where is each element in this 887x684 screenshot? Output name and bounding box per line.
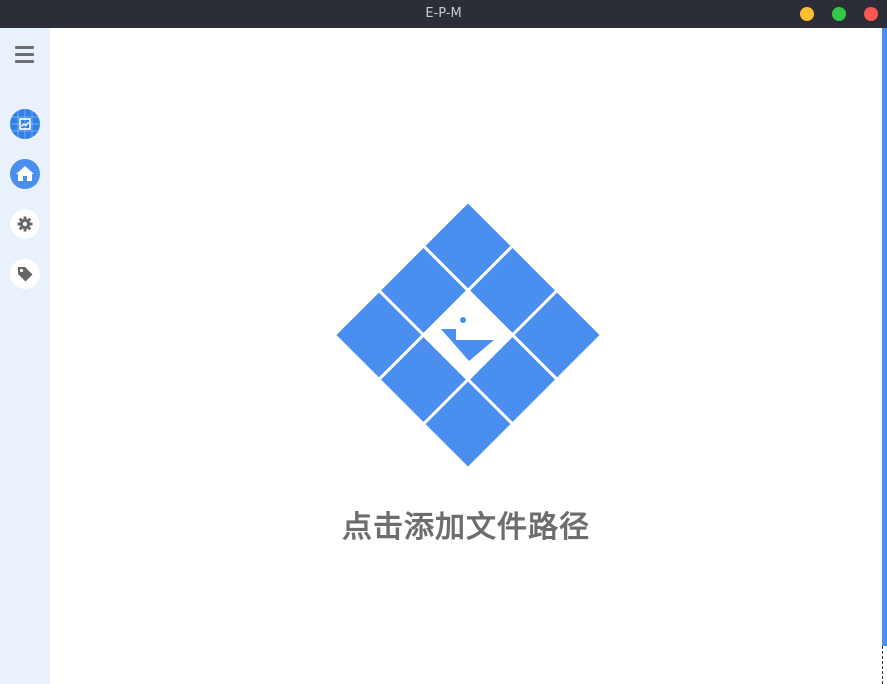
close-button[interactable] — [864, 7, 878, 21]
home-icon — [16, 166, 34, 181]
window-title: E-P-M — [425, 6, 462, 21]
resize-grip[interactable] — [882, 646, 887, 684]
sidebar-item-settings[interactable] — [10, 209, 40, 239]
sidebar-item-tags[interactable] — [10, 259, 40, 289]
minimize-button[interactable] — [800, 7, 814, 21]
main-content: 点击添加文件路径 — [50, 28, 882, 684]
gear-icon — [17, 216, 33, 232]
diamond-tile-logo-icon[interactable] — [334, 201, 602, 469]
sidebar — [0, 28, 50, 684]
sidebar-item-dashboard[interactable] — [10, 109, 40, 139]
scrollbar-track[interactable] — [882, 28, 887, 684]
maximize-button[interactable] — [832, 7, 846, 21]
dashboard-chart-icon — [10, 109, 40, 139]
tag-icon — [18, 267, 33, 282]
title-bar: E-P-M — [0, 0, 887, 28]
add-file-path-button[interactable]: 点击添加文件路径 — [50, 502, 882, 546]
sidebar-item-home[interactable] — [10, 159, 40, 189]
hamburger-menu-icon[interactable] — [15, 46, 35, 64]
